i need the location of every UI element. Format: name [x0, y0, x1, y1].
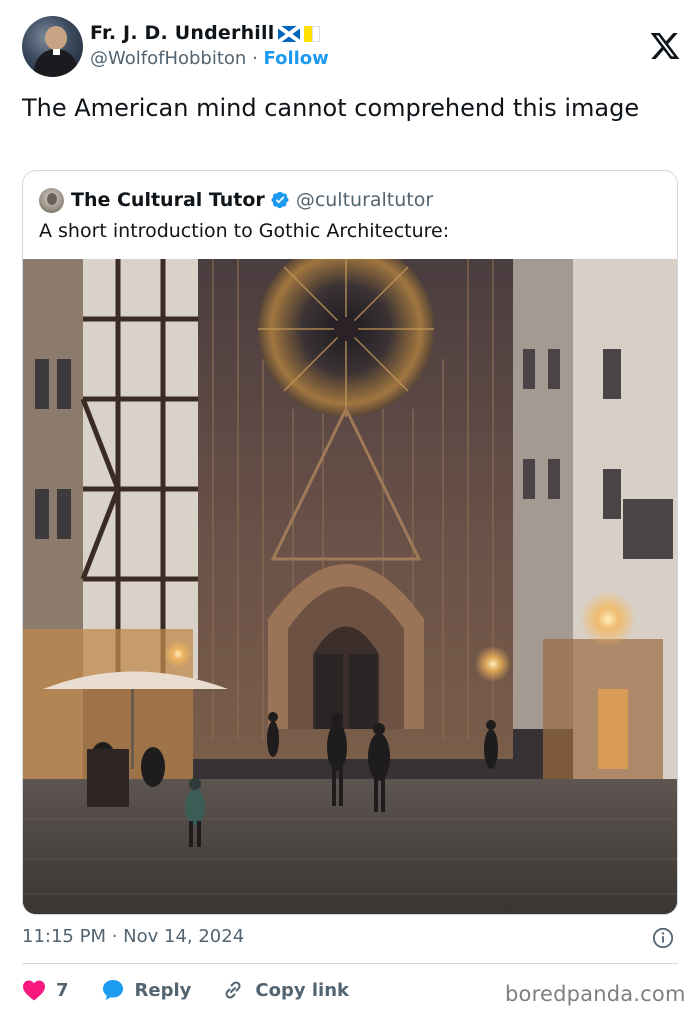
author-handle-line: @WolfofHobbiton · Follow [90, 48, 329, 69]
copy-link-label: Copy link [255, 979, 349, 1001]
reply-button[interactable]: Reply [101, 978, 192, 1002]
quoted-tweet[interactable]: The Cultural Tutor @culturaltutor A shor… [22, 170, 678, 915]
quoted-tweet-header: The Cultural Tutor @culturaltutor [39, 187, 433, 213]
quoted-tweet-text: A short introduction to Gothic Architect… [39, 220, 450, 242]
author-flags [278, 26, 320, 42]
quoted-author-avatar[interactable] [39, 187, 64, 213]
link-icon [225, 981, 241, 999]
verified-badge-icon [271, 191, 289, 209]
reply-bubble-icon [102, 980, 123, 1000]
tweet-timestamp[interactable]: 11:15 PM · Nov 14, 2024 [22, 926, 244, 947]
quoted-author-handle[interactable]: @culturaltutor [296, 189, 433, 211]
tweet-actions: 7 Reply Copy link [22, 974, 349, 1006]
watermark-text: boredpanda.com [505, 982, 686, 1006]
scotland-flag-icon [278, 26, 300, 42]
heart-icon [23, 980, 45, 1001]
reply-label: Reply [134, 979, 192, 1001]
like-button[interactable]: 7 [22, 979, 69, 1001]
x-logo-icon[interactable] [649, 30, 681, 62]
handle-separator: · [252, 48, 258, 69]
tweet-text: The American mind cannot comprehend this… [22, 94, 640, 122]
author-handle[interactable]: @WolfofHobbiton [90, 48, 246, 69]
author-name[interactable]: Fr. J. D. Underhill [90, 22, 274, 44]
vatican-flag-icon [304, 26, 320, 42]
tweet-header: Fr. J. D. Underhill @WolfofHobbiton · Fo… [22, 16, 681, 78]
divider [22, 963, 678, 964]
tweet-card: Fr. J. D. Underhill @WolfofHobbiton · Fo… [0, 0, 700, 1017]
info-icon[interactable] [652, 927, 674, 949]
like-count: 7 [56, 979, 69, 1001]
cathedral-street-night-photo[interactable] [23, 259, 677, 914]
follow-button[interactable]: Follow [264, 48, 329, 69]
copy-link-button[interactable]: Copy link [221, 978, 349, 1002]
quoted-author-name[interactable]: The Cultural Tutor [71, 189, 265, 211]
author-avatar[interactable] [22, 16, 83, 77]
